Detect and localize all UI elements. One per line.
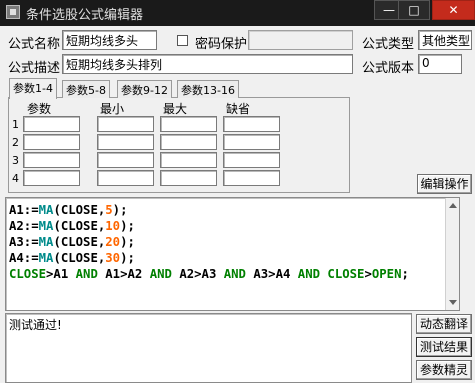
password-label: 密码保护: [195, 37, 248, 52]
maximize-button[interactable]: □: [398, 0, 430, 20]
code-line: A2:=MA(CLOSE,10);: [9, 219, 135, 233]
app-icon: [6, 5, 20, 19]
param-min-cell[interactable]: [97, 134, 154, 150]
tab-params-13-16[interactable]: 参数13-16: [177, 80, 239, 98]
formula-desc-input[interactable]: 短期均线多头排列: [62, 54, 353, 74]
edit-ops-button[interactable]: 编辑操作: [417, 174, 472, 194]
window-title: 条件选股公式编辑器: [26, 8, 144, 23]
param-min-cell[interactable]: [97, 116, 154, 132]
code-editor[interactable]: A1:=MA(CLOSE,5); A2:=MA(CLOSE,10); A3:=M…: [5, 197, 460, 311]
param-name-cell[interactable]: [23, 170, 80, 186]
editor-scrollbar[interactable]: [445, 198, 459, 310]
param-row-label: 3: [12, 154, 19, 167]
password-input[interactable]: [248, 30, 353, 50]
param-max-cell[interactable]: [160, 170, 217, 186]
formula-desc-label: 公式描述: [8, 61, 61, 76]
param-default-cell[interactable]: [223, 134, 280, 150]
test-output-box: 测试通过!: [5, 313, 412, 383]
param-min-cell[interactable]: [97, 152, 154, 168]
code-text[interactable]: A1:=MA(CLOSE,5); A2:=MA(CLOSE,10); A3:=M…: [9, 202, 409, 282]
param-row-label: 2: [12, 136, 19, 149]
formula-name-label: 公式名称: [8, 37, 61, 52]
param-max-cell[interactable]: [160, 152, 217, 168]
param-wizard-button[interactable]: 参数精灵: [416, 360, 472, 380]
code-line: CLOSE>A1 AND A1>A2 AND A2>A3 AND A3>A4 A…: [9, 267, 409, 281]
formula-name-input[interactable]: 短期均线多头: [62, 30, 157, 50]
formula-type-select[interactable]: 其他类型: [418, 30, 472, 50]
dynamic-translate-button[interactable]: 动态翻译: [416, 314, 472, 334]
code-line: A1:=MA(CLOSE,5);: [9, 203, 128, 217]
password-checkbox[interactable]: [177, 35, 188, 46]
tab-params-9-12[interactable]: 参数9-12: [117, 80, 172, 98]
formula-type-label: 公式类型: [362, 37, 415, 52]
param-name-cell[interactable]: [23, 116, 80, 132]
min-col-header: 最小: [100, 102, 125, 116]
param-name-cell[interactable]: [23, 152, 80, 168]
param-default-cell[interactable]: [223, 152, 280, 168]
param-row-label: 4: [12, 172, 19, 185]
code-line: A4:=MA(CLOSE,30);: [9, 251, 135, 265]
formula-version-input[interactable]: 0: [418, 54, 462, 74]
close-button[interactable]: ✕: [432, 0, 475, 20]
tab-params-1-4[interactable]: 参数1-4: [9, 78, 57, 99]
param-default-cell[interactable]: [223, 170, 280, 186]
param-row-label: 1: [12, 118, 19, 131]
default-col-header: 缺省: [226, 102, 251, 116]
param-max-cell[interactable]: [160, 116, 217, 132]
formula-version-label: 公式版本: [362, 61, 415, 76]
max-col-header: 最大: [163, 102, 188, 116]
tab-params-5-8[interactable]: 参数5-8: [62, 80, 110, 98]
test-result-button[interactable]: 测试结果: [416, 337, 472, 357]
param-min-cell[interactable]: [97, 170, 154, 186]
param-default-cell[interactable]: [223, 116, 280, 132]
param-name-cell[interactable]: [23, 134, 80, 150]
param-col-header: 参数: [27, 102, 52, 116]
param-max-cell[interactable]: [160, 134, 217, 150]
code-line: A3:=MA(CLOSE,20);: [9, 235, 135, 249]
test-output-text: 测试通过!: [9, 318, 62, 332]
scroll-down-icon[interactable]: [449, 300, 457, 305]
scroll-up-icon[interactable]: [449, 203, 457, 208]
